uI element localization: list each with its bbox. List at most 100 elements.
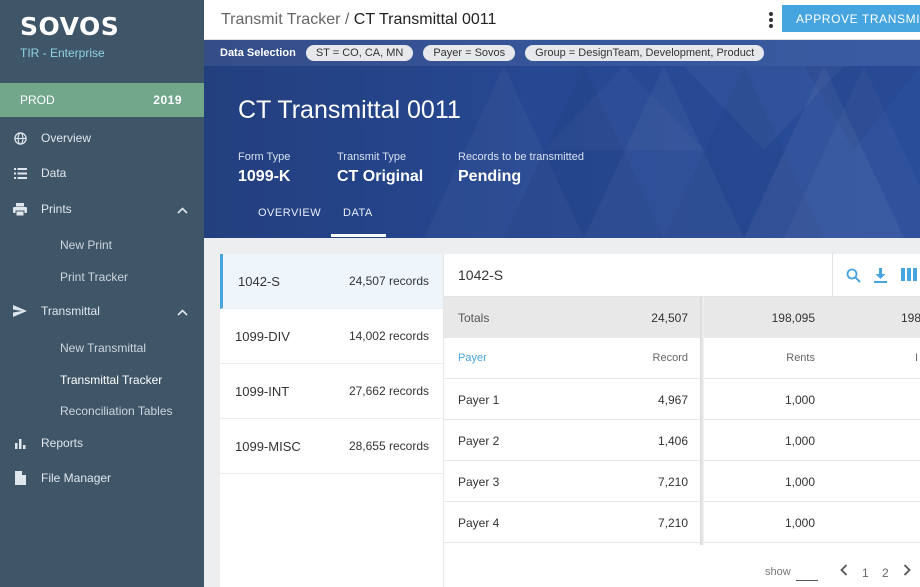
form-list-item[interactable]: 1099-MISC 28,655 records xyxy=(220,419,443,474)
meta-value: CT Original xyxy=(337,168,424,185)
chevron-up-icon[interactable] xyxy=(177,305,188,319)
page-number[interactable]: 2 xyxy=(882,566,889,580)
sidebar-item-prints[interactable]: Prints xyxy=(0,192,204,226)
form-list: 1042-S 24,507 records 1099-DIV 14,002 re… xyxy=(220,254,443,587)
cell-record: 7,210 xyxy=(657,475,688,489)
table-title: 1042-S xyxy=(458,267,504,283)
sidebar-item-label: Prints xyxy=(41,202,72,216)
column-header-next[interactable]: I xyxy=(915,352,918,364)
form-record-count: 14,002 records xyxy=(348,329,429,343)
form-list-item[interactable]: 1099-INT 27,662 records xyxy=(220,364,443,419)
meta-records-status: Records to be transmitted Pending xyxy=(458,151,584,186)
column-header-rents[interactable]: Rents xyxy=(786,352,815,364)
sidebar-item-data[interactable]: Data xyxy=(0,156,204,190)
frozen-column-divider xyxy=(700,297,704,545)
breadcrumb: Transmit Tracker / CT Transmittal 0011 xyxy=(221,11,496,29)
approve-transmit-button[interactable]: APPROVE TRANSMIT xyxy=(782,5,920,32)
cell-rents: 1,000 xyxy=(784,434,815,448)
cell-payer: Payer 2 xyxy=(458,434,500,448)
product-name: TIR - Enterprise xyxy=(20,46,105,60)
sidebar-item-label: Overview xyxy=(41,131,92,145)
breadcrumb-separator: / xyxy=(340,11,354,28)
table-column-headers: Payer Record Rents I xyxy=(444,338,920,379)
meta-transmit-type: Transmit Type CT Original xyxy=(337,151,423,186)
tab-overview[interactable]: OVERVIEW xyxy=(258,207,321,219)
sidebar-item-transmittal[interactable]: Transmittal xyxy=(0,294,204,328)
brand: SOVOS TIR - Enterprise xyxy=(20,12,119,60)
cell-record: 4,967 xyxy=(657,393,688,407)
environment-label: PROD xyxy=(20,93,55,107)
cell-rents: 1,000 xyxy=(784,475,815,489)
sidebar-item-overview[interactable]: Overview xyxy=(0,121,204,155)
totals-record: 24,507 xyxy=(651,311,688,325)
chevron-up-icon[interactable] xyxy=(177,203,188,217)
data-selection-label: Data Selection xyxy=(220,47,296,59)
sidebar-subitem-new-print[interactable]: New Print xyxy=(60,238,112,252)
sidebar-subitem-transmittal-tracker[interactable]: Transmittal Tracker xyxy=(60,373,162,387)
filter-chip-group[interactable]: Group = DesignTeam, Development, Product xyxy=(525,45,765,61)
meta-label: Form Type xyxy=(238,151,291,163)
sidebar-subitem-reconciliation-tables[interactable]: Reconciliation Tables xyxy=(60,404,173,418)
sovos-logo[interactable]: SOVOS xyxy=(20,12,119,41)
cell-payer: Payer 3 xyxy=(458,475,500,489)
filter-chip-state[interactable]: ST = CO, CA, MN xyxy=(305,45,414,61)
column-header-record[interactable]: Record xyxy=(653,352,688,364)
sidebar: SOVOS TIR - Enterprise PROD 2019 Overvie… xyxy=(0,0,204,587)
table-row[interactable]: Payer 1 4,967 1,000 xyxy=(444,379,920,420)
page-size-label: show xyxy=(765,566,791,578)
sidebar-item-label: Data xyxy=(41,166,67,180)
cell-record: 7,210 xyxy=(657,516,688,530)
chevron-left-icon[interactable] xyxy=(840,564,848,579)
cell-payer: Payer 4 xyxy=(458,516,500,530)
form-record-count: 24,507 records xyxy=(348,274,429,288)
totals-rents: 198,095 xyxy=(771,311,815,325)
chevron-right-icon[interactable] xyxy=(903,564,911,579)
tab-data[interactable]: DATA xyxy=(343,207,373,219)
form-list-item[interactable]: 1042-S 24,507 records xyxy=(220,254,443,309)
form-name: 1099-MISC xyxy=(235,438,301,454)
column-header-payer[interactable]: Payer xyxy=(458,352,487,364)
bar-chart-icon xyxy=(13,436,27,450)
pagination: show 1 2 xyxy=(444,554,920,587)
printer-icon xyxy=(13,202,27,216)
sidebar-item-label: File Manager xyxy=(41,471,112,485)
meta-label: Records to be transmitted xyxy=(458,151,584,163)
transmittal-header: Data Selection ST = CO, CA, MN Payer = S… xyxy=(204,40,920,238)
table-toolbar xyxy=(832,254,920,297)
data-selection-bar: Data Selection ST = CO, CA, MN Payer = S… xyxy=(204,40,920,66)
meta-label: Transmit Type xyxy=(337,151,407,163)
form-record-count: 27,662 records xyxy=(348,384,429,398)
cell-rents: 1,000 xyxy=(784,516,815,530)
page-size-input[interactable] xyxy=(796,580,818,581)
table-row[interactable]: Payer 4 7,210 1,000 xyxy=(444,502,920,543)
columns-icon[interactable] xyxy=(901,268,917,286)
totals-next-column: 198 xyxy=(901,311,920,325)
page-number[interactable]: 1 xyxy=(862,566,869,580)
totals-row: Totals 24,507 198,095 198 xyxy=(444,297,920,338)
form-name: 1099-DIV xyxy=(235,328,290,344)
sidebar-item-reports[interactable]: Reports xyxy=(0,426,204,460)
totals-label: Totals xyxy=(458,311,490,325)
environment-year: 2019 xyxy=(153,93,182,107)
form-list-item[interactable]: 1099-DIV 14,002 records xyxy=(220,309,443,364)
sidebar-item-file-manager[interactable]: File Manager xyxy=(0,461,204,495)
sidebar-subitem-new-transmittal[interactable]: New Transmittal xyxy=(60,341,146,355)
sidebar-item-label: Reports xyxy=(41,436,84,450)
table-row[interactable]: Payer 3 7,210 1,000 xyxy=(444,461,920,502)
page-title: CT Transmittal 0011 xyxy=(238,96,461,124)
more-menu-icon[interactable] xyxy=(765,10,777,30)
active-tab-indicator xyxy=(331,234,386,237)
send-icon xyxy=(13,304,27,318)
table-row[interactable]: Payer 2 1,406 1,000 xyxy=(444,420,920,461)
meta-form-type: Form Type 1099-K xyxy=(238,151,290,186)
sidebar-subitem-print-tracker[interactable]: Print Tracker xyxy=(60,270,128,284)
breadcrumb-parent[interactable]: Transmit Tracker xyxy=(221,11,340,28)
search-icon[interactable] xyxy=(846,268,861,288)
form-record-count: 28,655 records xyxy=(348,439,429,453)
meta-value: Pending xyxy=(458,168,522,185)
cell-rents: 1,000 xyxy=(784,393,815,407)
download-icon[interactable] xyxy=(874,268,887,288)
filter-chip-payer[interactable]: Payer = Sovos xyxy=(423,45,516,61)
globe-icon xyxy=(13,131,27,145)
environment-bar[interactable]: PROD 2019 xyxy=(0,83,204,117)
